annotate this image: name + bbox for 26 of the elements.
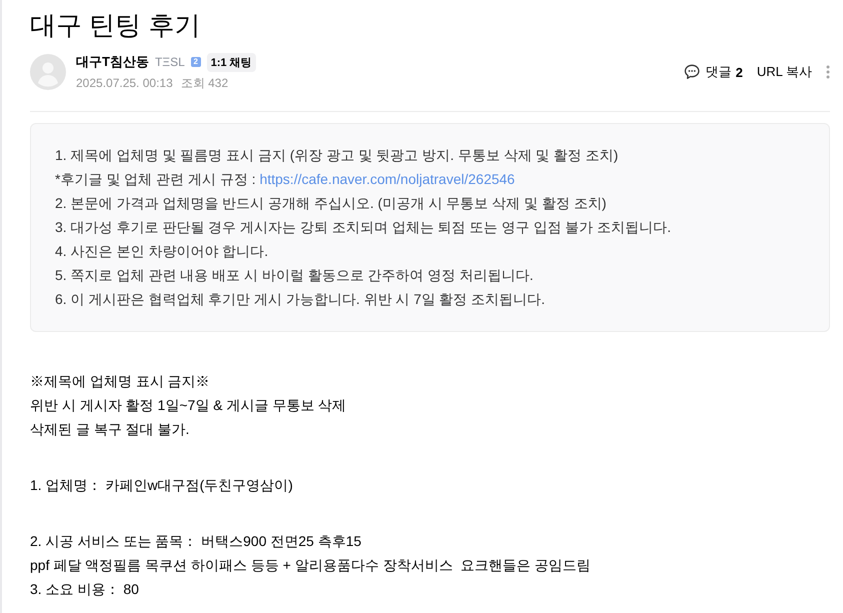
speech-bubble-icon <box>684 64 700 80</box>
notice-line: 6. 이 게시판은 협력업체 후기만 게시 가능합니다. 위반 시 7일 활정 조치됩니다. <box>55 290 546 309</box>
member-rank: TΞSL <box>154 55 185 69</box>
post-title: 대구 틴팅 후기 <box>30 9 200 42</box>
body-text: 3. 소요 비용： 80 <box>30 580 139 599</box>
level-badge: 2 <box>190 57 201 67</box>
comments-button[interactable]: 댓글 2 <box>684 63 743 81</box>
body-text: 삭제된 글 복구 절대 불가. <box>30 420 190 439</box>
notice-line: 5. 쪽지로 업체 관련 내용 배포 시 바이럴 활동으로 간주하여 영정 처리됩니다. <box>55 266 534 285</box>
body-text: ppf 페달 액정필름 목쿠션 하이패스 등등 + 알리용품다수 장착서비스 요크핸들은 공임드림 <box>30 556 590 575</box>
copy-url-button[interactable]: URL 복사 <box>756 63 812 81</box>
notice-line: 1. 제목에 업체명 및 필름명 표시 금지 (위장 광고 및 뒷광고 방지. 무통보 삭제 및 활정 조치) <box>55 146 618 165</box>
body-text: ※제목에 업체명 표시 금지※ <box>30 372 210 391</box>
notice-line: *후기글 및 업체 관련 게시 규정 : https://cafe.naver.com/noljatravel/262546 <box>55 170 515 189</box>
more-options-icon[interactable] <box>826 65 830 79</box>
body-text: 1. 업체명： 카페인w대구점(두친구영삼이) <box>30 476 293 495</box>
view-count: 조회 432 <box>180 75 228 92</box>
author-name[interactable]: 대구T침산동 <box>76 53 149 71</box>
body-text: 위반 시 게시자 활정 1일~7일 & 게시글 무통보 삭제 <box>30 396 346 415</box>
body-text: 2. 시공 서비스 또는 품목： 버택스900 전면25 측후15 <box>30 532 362 551</box>
notice-line: 3. 대가성 후기로 판단될 경우 게시자는 강퇴 조치되며 업체는 퇴점 또는 영구 입점 불가 조치됩니다. <box>55 218 672 237</box>
avatar-icon <box>30 54 66 90</box>
chat-button[interactable]: 1:1 채팅 <box>206 52 256 72</box>
notice-line: 2. 본문에 가격과 업체명을 반드시 공개해 주십시오. (미공개 시 무통보 삭제 및 활정 조치) <box>55 194 606 213</box>
post-date: 2025.07.25. 00:13 <box>76 75 173 92</box>
notice-line: 4. 사진은 본인 차량이어야 합니다. <box>55 242 268 261</box>
